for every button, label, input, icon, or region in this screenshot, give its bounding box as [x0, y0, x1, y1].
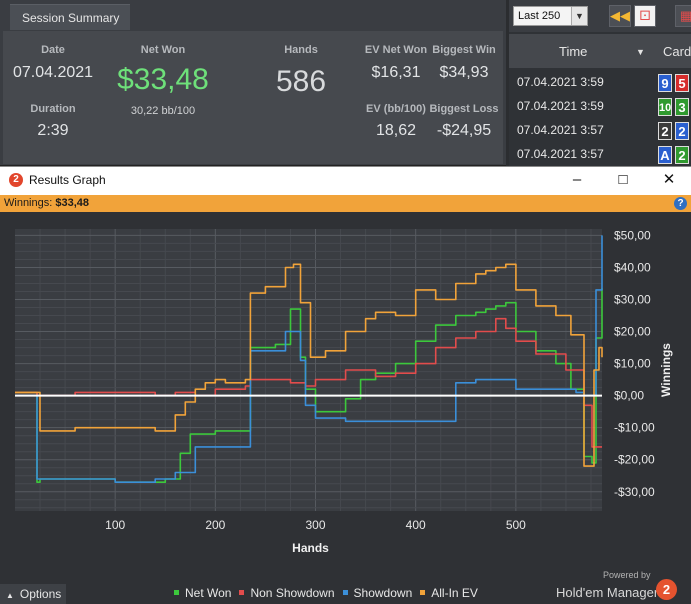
hole-card: 9 [658, 74, 672, 92]
x-tick-label: 300 [305, 518, 325, 532]
column-header-time[interactable]: Time [559, 44, 587, 59]
brand-logo: 2 [656, 579, 677, 600]
brand-name: Hold'em Manager [556, 585, 659, 600]
y-tick-label: $20,00 [614, 325, 651, 339]
window-titlebar[interactable]: 2 Results Graph – □ ✕ [0, 167, 691, 195]
legend-item[interactable]: Showdown [342, 586, 413, 600]
hand-time: 07.04.2021 3:59 [517, 99, 604, 113]
hole-card: 3 [675, 98, 689, 116]
y-axis-title: Winnings [659, 343, 673, 397]
y-tick-label: $10,00 [614, 357, 651, 371]
hand-list-panel: Last 250 ▼ ◀◀ ⚀ ▦ Time ▼ Cards 07.04.202… [509, 0, 691, 166]
hole-card: 2 [675, 146, 689, 164]
y-tick-label: $0,00 [614, 389, 644, 403]
holdem-manager-icon: 2 [9, 173, 23, 187]
results-chart: -$30,00 -$20,00 -$10,00 $0,00 $10,00 $20,00 $3… [15, 228, 673, 555]
legend-item[interactable]: Net Won [174, 586, 231, 600]
biggest-win-value: $34,93 [439, 64, 489, 81]
hands-label: Hands [284, 44, 318, 56]
chevron-down-icon[interactable]: ▼ [571, 7, 587, 25]
session-summary-body: Date 07.04.2021 Net Won $33,48 30,22 bb/… [3, 31, 503, 164]
minimize-button[interactable]: – [554, 167, 600, 195]
x-tick-label: 200 [205, 518, 225, 532]
legend-label: Net Won [185, 586, 232, 600]
powered-by-label: Powered by [603, 570, 651, 580]
y-tick-label: -$10,00 [614, 421, 655, 435]
bb-per-100-value: 30,22 bb/100 [130, 105, 196, 117]
hands-value: 586 [275, 65, 327, 98]
hand-row[interactable]: 07.04.2021 3:57 A 2 [509, 143, 691, 167]
session-summary-panel: Session Summary Date 07.04.2021 Net Won … [0, 0, 506, 166]
hand-filter-select[interactable]: Last 250 ▼ [513, 6, 588, 26]
options-label: Options [19, 587, 62, 601]
graph-footer: ▲ Options Net Won Non Showdown Showdown All-… [0, 570, 691, 604]
ev-bb-label: EV (bb/100) [366, 103, 426, 115]
ev-bb-value: 18,62 [375, 122, 417, 139]
winnings-value: $33,48 [55, 197, 90, 209]
legend-swatch [420, 590, 426, 596]
options-button[interactable]: ▲ Options [0, 584, 66, 604]
hole-card: 2 [658, 122, 672, 140]
legend-swatch [174, 590, 179, 596]
hand-list-toolbar: Last 250 ▼ ◀◀ ⚀ ▦ [509, 0, 691, 32]
tab-session-summary[interactable]: Session Summary [10, 4, 130, 30]
ev-net-won-label: EV Net Won [364, 44, 428, 56]
rewind-icon[interactable]: ◀◀ [609, 5, 631, 27]
y-tick-label: $40,00 [614, 260, 651, 274]
hand-filter-value: Last 250 [518, 10, 561, 22]
date-value: 07.04.2021 [12, 64, 94, 81]
y-tick-label: -$30,00 [614, 485, 655, 499]
hole-card: 5 [675, 74, 689, 92]
hand-row[interactable]: 07.04.2021 3:57 2 2 [509, 119, 691, 143]
net-won-value: $33,48 [117, 63, 209, 96]
legend-label: Non Showdown [250, 586, 335, 600]
y-tick-label: $50,00 [614, 228, 651, 242]
biggest-win-label: Biggest Win [432, 44, 496, 56]
app-root: Session Summary Date 07.04.2021 Net Won … [0, 0, 691, 604]
net-won-label: Net Won [140, 44, 186, 56]
column-header-cards[interactable]: Cards [663, 44, 691, 59]
legend-label: Showdown [353, 586, 413, 600]
x-tick-label: 400 [406, 518, 426, 532]
hand-row[interactable]: 07.04.2021 3:59 9 5 [509, 71, 691, 95]
plot-area [15, 229, 602, 511]
x-tick-label: 100 [105, 518, 125, 532]
sort-desc-icon[interactable]: ▼ [636, 47, 645, 57]
close-button[interactable]: ✕ [646, 167, 691, 195]
x-axis-title: Hands [292, 541, 329, 555]
legend-item[interactable]: Non Showdown [239, 586, 335, 600]
y-tick-label: -$20,00 [614, 453, 655, 467]
maximize-button[interactable]: □ [600, 167, 646, 195]
hand-time: 07.04.2021 3:57 [517, 147, 604, 161]
hand-row[interactable]: 07.04.2021 3:59 10 3 [509, 95, 691, 119]
winnings-label: Winnings: [4, 197, 53, 209]
winnings-summary: Winnings: $33,48 [4, 197, 89, 209]
window-title: Results Graph [29, 173, 106, 187]
biggest-loss-label: Biggest Loss [429, 103, 499, 115]
hand-time: 07.04.2021 3:57 [517, 123, 604, 137]
legend-swatch [342, 590, 348, 596]
hole-card: 2 [675, 122, 689, 140]
dice-icon[interactable]: ⚀ [634, 5, 656, 27]
legend-item[interactable]: All-In EV [420, 586, 478, 600]
winnings-bar: Winnings: $33,48 ? [0, 195, 691, 212]
grid-icon[interactable]: ▦ [675, 5, 691, 27]
chart-legend: Net Won Non Showdown Showdown All-In EV [174, 586, 486, 602]
hand-time: 07.04.2021 3:59 [517, 75, 604, 89]
x-tick-label: 500 [506, 518, 526, 532]
legend-label: All-In EV [431, 586, 478, 600]
hole-card: 10 [658, 98, 672, 116]
results-graph-window: 2 Results Graph – □ ✕ Winnings: $33,48 ?… [0, 166, 691, 604]
duration-value: 2:39 [37, 122, 69, 139]
hole-card: A [658, 146, 672, 164]
chevron-up-icon: ▲ [6, 591, 14, 600]
ev-net-won-value: $16,31 [371, 64, 421, 81]
biggest-loss-value: -$24,95 [436, 122, 492, 139]
legend-swatch [239, 590, 245, 596]
help-icon[interactable]: ? [674, 197, 687, 210]
hand-list-header: Time ▼ Cards [509, 34, 691, 68]
duration-label: Duration [30, 103, 76, 115]
y-tick-label: $30,00 [614, 293, 651, 307]
date-label: Date [41, 44, 65, 56]
